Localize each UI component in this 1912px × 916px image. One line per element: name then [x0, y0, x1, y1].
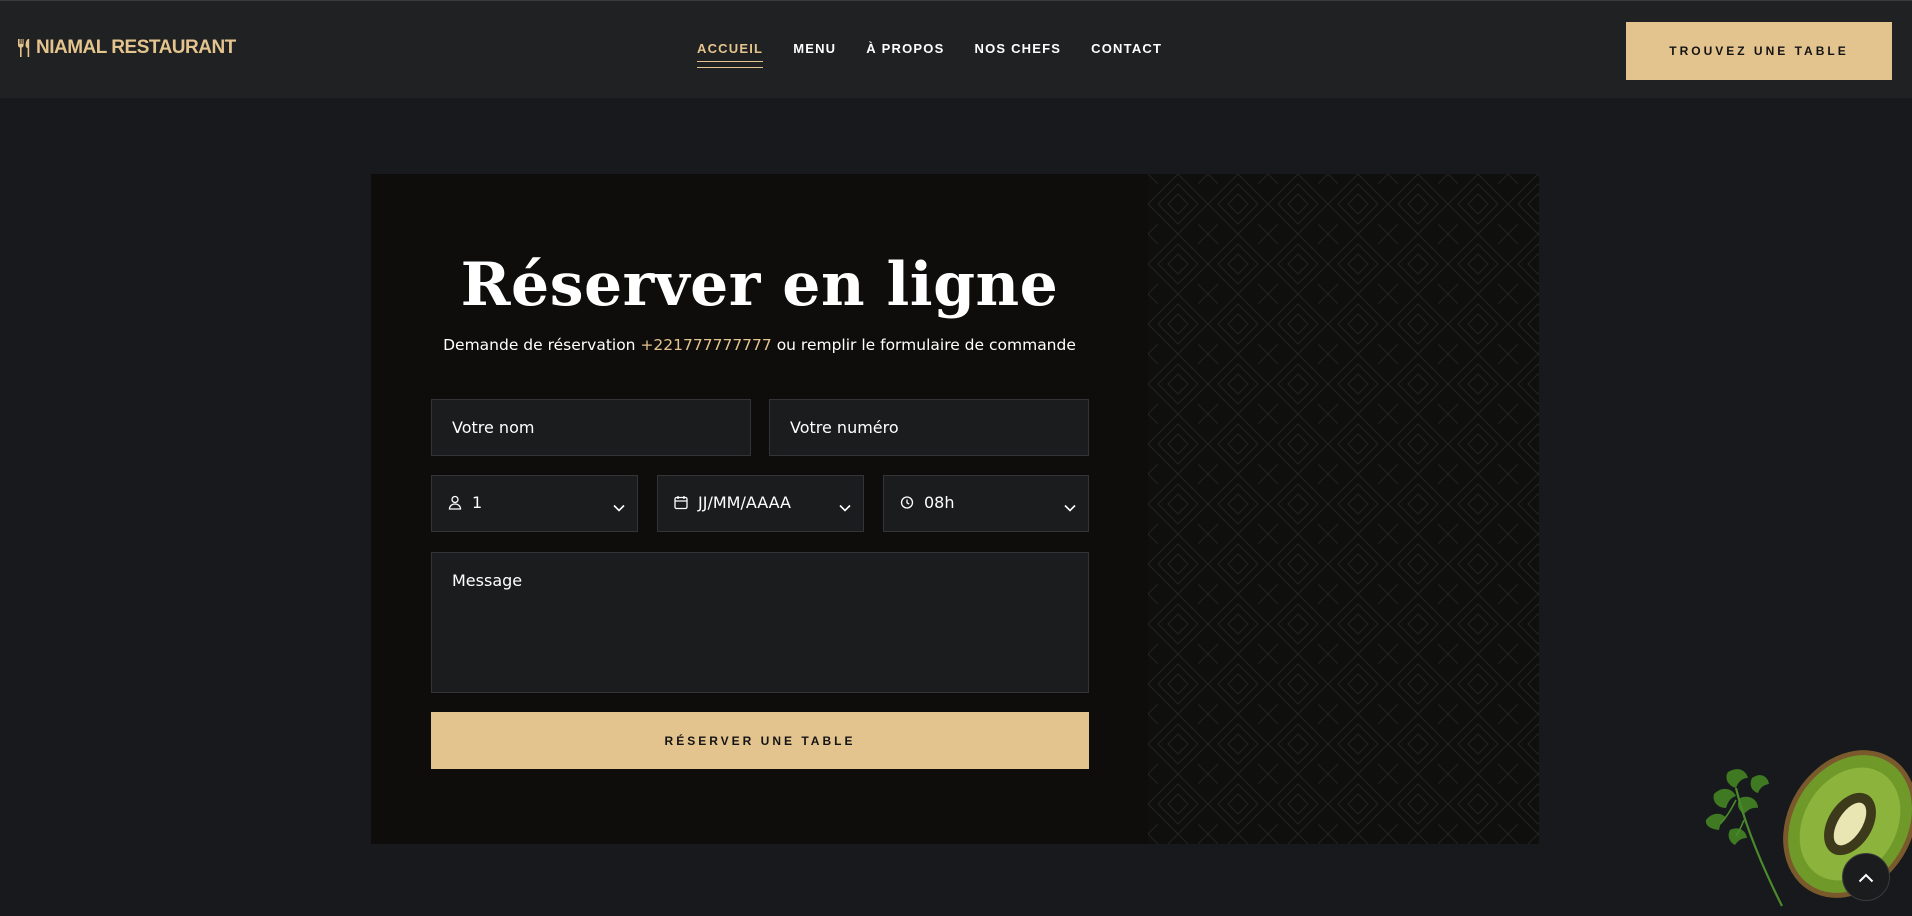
- message-placeholder: Message: [452, 571, 523, 590]
- subtitle-text-before: Demande de réservation: [443, 336, 641, 354]
- date-value: JJ/MM/AAAA: [698, 493, 791, 512]
- clock-icon: [900, 495, 914, 514]
- site-header: NIAMAL RESTAURANT ACCUEIL MENU À PROPOS …: [0, 0, 1912, 98]
- fork-knife-icon: [16, 38, 32, 58]
- phone-field[interactable]: Votre numéro: [769, 399, 1089, 456]
- nav-item-menu[interactable]: MENU: [793, 41, 836, 68]
- logo-text: NIAMAL RESTAURANT: [36, 37, 236, 58]
- chevron-up-icon: [1858, 868, 1874, 887]
- time-select[interactable]: 08h: [883, 475, 1089, 532]
- nav-item-a-propos[interactable]: À PROPOS: [866, 41, 944, 68]
- chevron-down-icon: [613, 497, 625, 516]
- subtitle-text-after: ou remplir le formulaire de commande: [771, 336, 1076, 354]
- user-icon: [448, 495, 462, 514]
- date-select[interactable]: JJ/MM/AAAA: [657, 475, 864, 532]
- guests-value: 1: [472, 493, 483, 512]
- find-table-button[interactable]: TROUVEZ UNE TABLE: [1626, 22, 1892, 80]
- name-field[interactable]: Votre nom: [431, 399, 751, 456]
- phone-placeholder: Votre numéro: [790, 418, 899, 437]
- nav-item-nos-chefs[interactable]: NOS CHEFS: [975, 41, 1062, 68]
- main-nav: ACCUEIL MENU À PROPOS NOS CHEFS CONTACT: [697, 41, 1162, 68]
- logo[interactable]: NIAMAL RESTAURANT: [16, 37, 236, 59]
- back-to-top-button[interactable]: [1842, 853, 1890, 901]
- chevron-down-icon: [1064, 497, 1076, 516]
- calendar-icon: [674, 495, 688, 514]
- message-textarea[interactable]: Message: [431, 552, 1089, 693]
- nav-item-accueil[interactable]: ACCUEIL: [697, 41, 764, 68]
- time-value: 08h: [924, 493, 955, 512]
- pattern-panel: [1148, 174, 1539, 844]
- name-placeholder: Votre nom: [452, 418, 535, 437]
- guests-select[interactable]: 1: [431, 475, 638, 532]
- reservation-card: Réserver en ligne Demande de réservation…: [371, 174, 1539, 844]
- reservation-title: Réserver en ligne: [460, 250, 1059, 320]
- reserve-table-button[interactable]: RÉSERVER UNE TABLE: [431, 712, 1089, 769]
- chevron-down-icon: [839, 497, 851, 516]
- reservation-subtitle: Demande de réservation +221777777777 ou …: [371, 336, 1148, 354]
- phone-link[interactable]: +221777777777: [640, 336, 771, 354]
- nav-item-contact[interactable]: CONTACT: [1091, 41, 1162, 68]
